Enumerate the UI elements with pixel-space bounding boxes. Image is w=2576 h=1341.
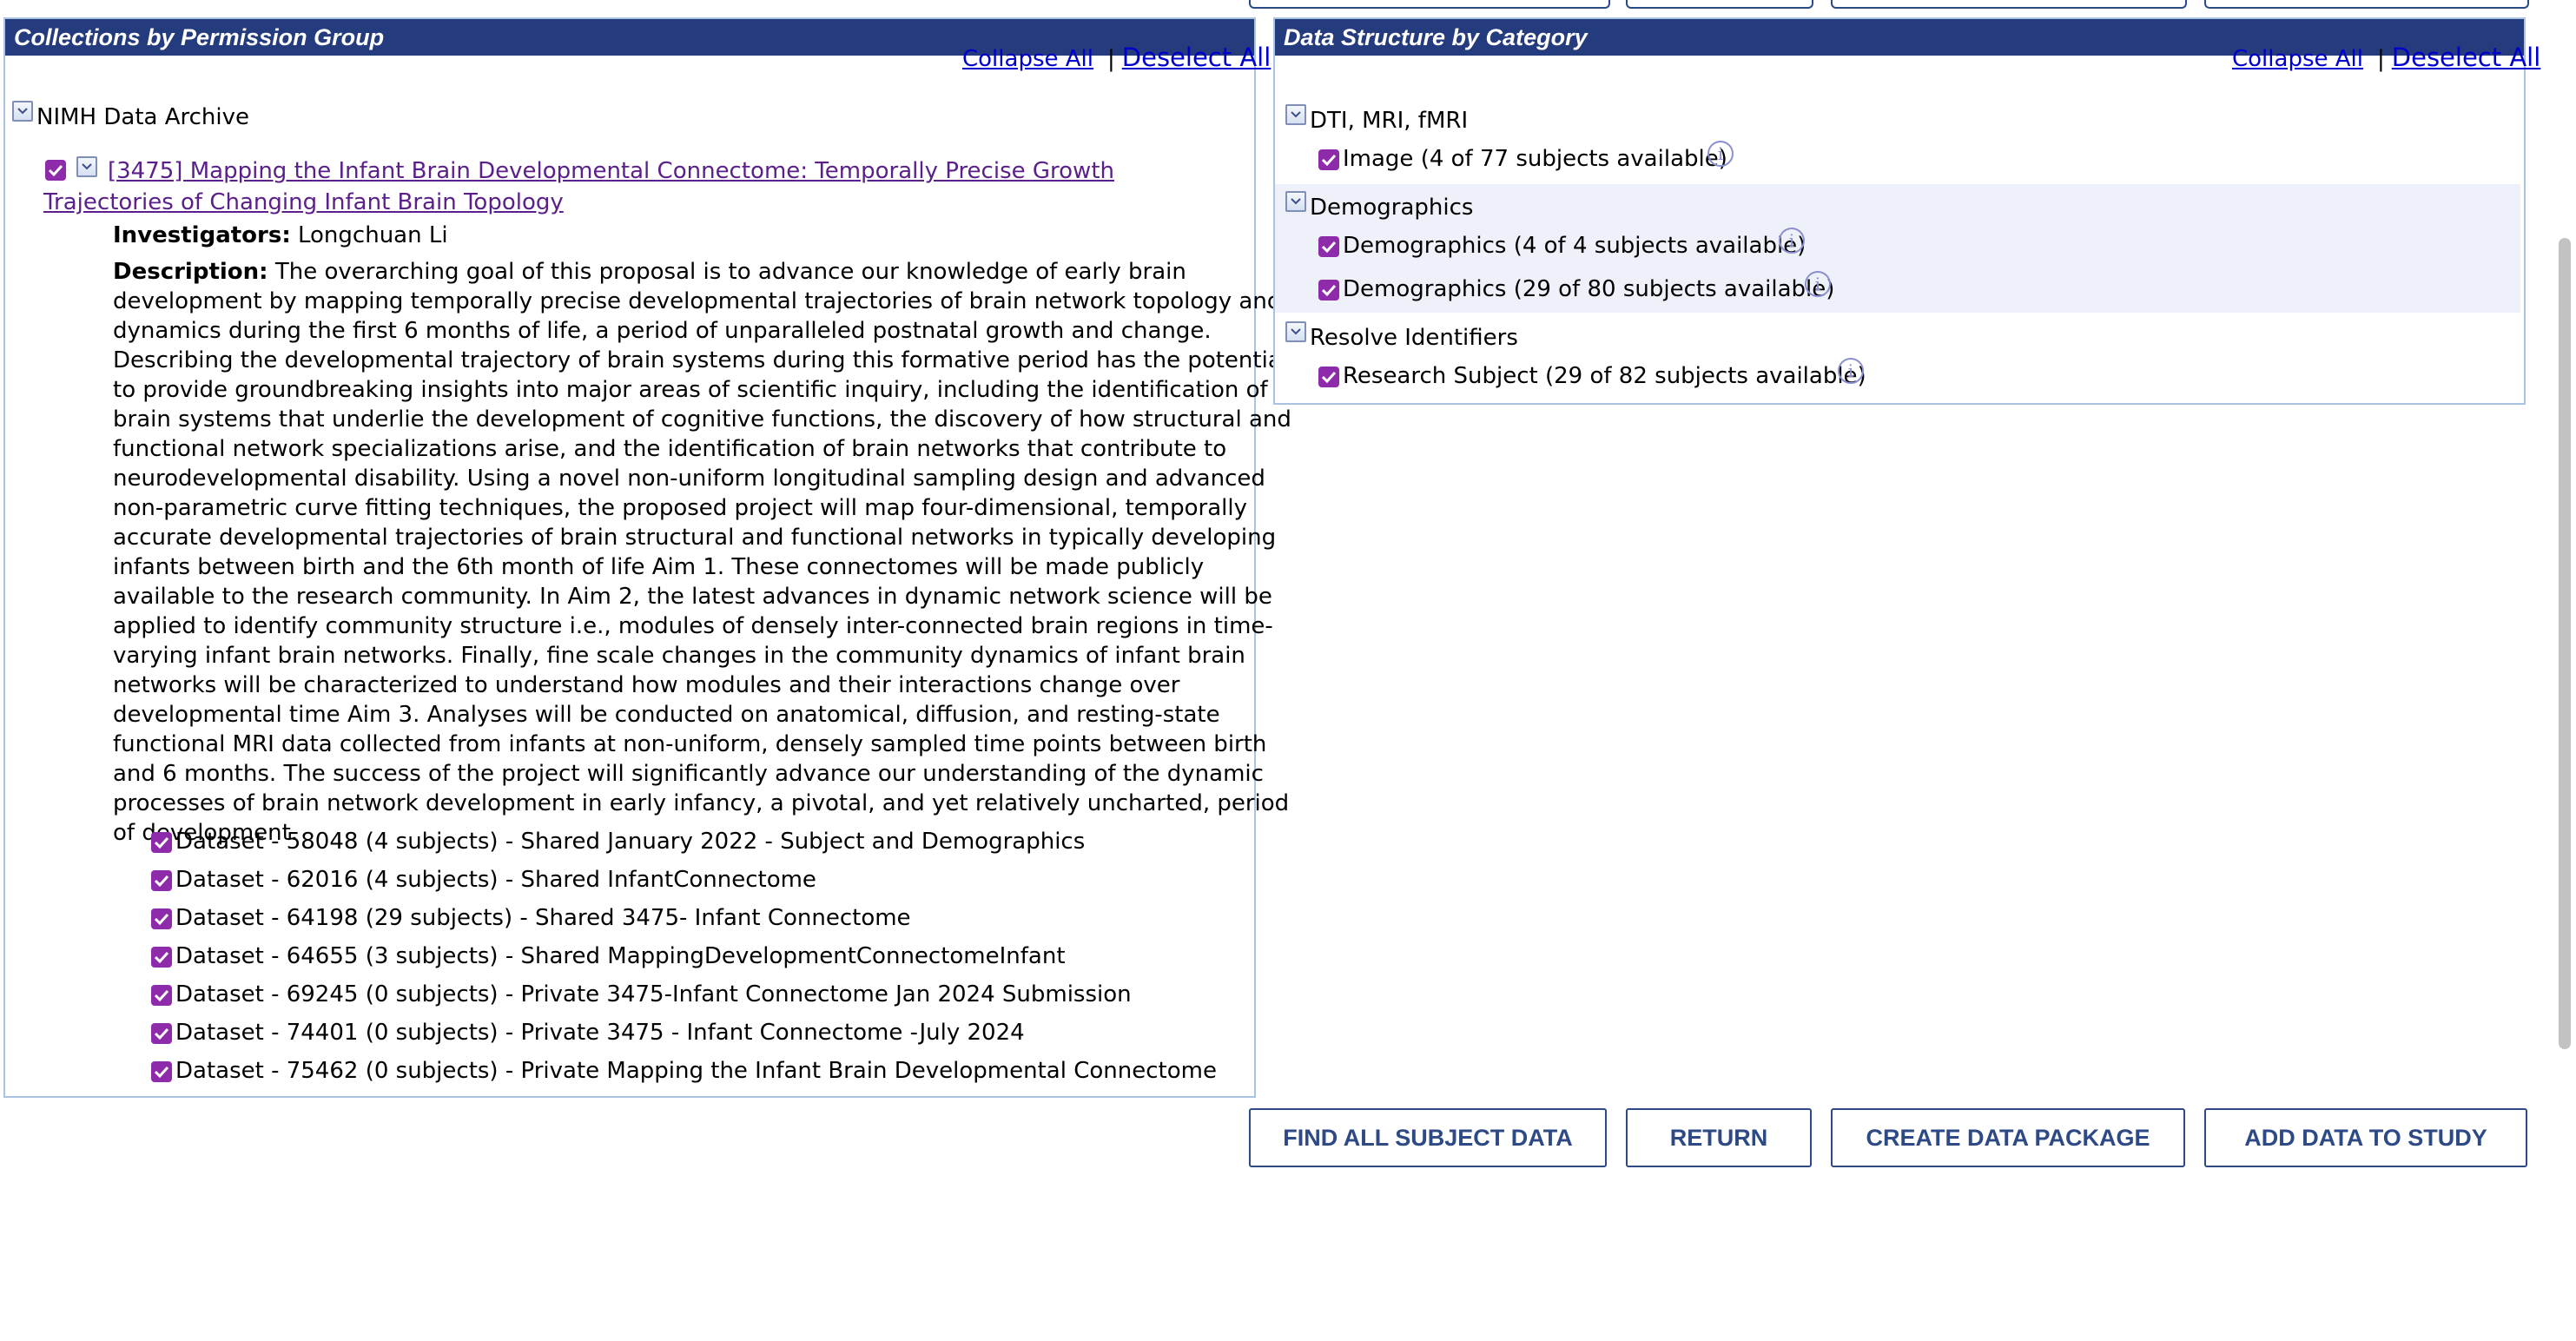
- dataset-checkbox[interactable]: [151, 1061, 172, 1082]
- dataset-checkbox[interactable]: [151, 947, 172, 968]
- collections-panel-actions: Collapse All | Deselect All: [962, 42, 1271, 75]
- add-data-to-study-button[interactable]: ADD DATA TO STUDY: [2204, 1108, 2527, 1167]
- structure-label: Research Subject (29 of 82 subjects avai…: [1343, 363, 1866, 389]
- structure-checkbox[interactable]: [1318, 149, 1339, 170]
- dataset-label: Dataset - 74401 (0 subjects) - Private 3…: [175, 1020, 1025, 1046]
- checkmark-icon: [154, 1027, 169, 1040]
- investigators-line: Investigators: Longchuan Li: [113, 221, 448, 250]
- checkmark-icon: [1321, 371, 1337, 384]
- collapse-all-link[interactable]: Collapse All: [2232, 46, 2363, 72]
- info-icon[interactable]: i: [1805, 271, 1831, 297]
- description-text: The overarching goal of this proposal is…: [113, 259, 1291, 846]
- chevron-down-icon: [17, 108, 28, 115]
- data-structure-panel-actions: Collapse All | Deselect All: [2232, 42, 2540, 75]
- structure-checkbox[interactable]: [1318, 236, 1339, 257]
- category-label: Resolve Identifiers: [1310, 325, 1518, 351]
- dataset-checkbox[interactable]: [151, 1023, 172, 1044]
- investigators-value: Longchuan Li: [298, 222, 448, 248]
- collapse-category-demographics-toggle[interactable]: [1285, 191, 1306, 212]
- collection-description: Description: The overarching goal of thi…: [113, 257, 1305, 848]
- checkmark-icon: [1321, 154, 1337, 167]
- chevron-down-icon: [1291, 198, 1301, 205]
- info-icon[interactable]: i: [1838, 358, 1864, 384]
- dataset-checkbox[interactable]: [151, 908, 172, 929]
- info-icon[interactable]: i: [1707, 141, 1734, 167]
- link-separator: |: [2377, 46, 2385, 72]
- category-label: Demographics: [1310, 195, 1474, 221]
- category-label: DTI, MRI, fMRI: [1310, 108, 1469, 134]
- dataset-label: Dataset - 64655 (3 subjects) - Shared Ma…: [175, 943, 1066, 969]
- structure-checkbox[interactable]: [1318, 367, 1339, 387]
- info-icon[interactable]: i: [1779, 228, 1805, 254]
- dataset-label: Dataset - 64198 (29 subjects) - Shared 3…: [175, 905, 911, 931]
- dataset-label: Dataset - 58048 (4 subjects) - Shared Ja…: [175, 829, 1086, 855]
- collapse-all-link[interactable]: Collapse All: [962, 46, 1093, 72]
- collapse-category-dti-toggle[interactable]: [1285, 104, 1306, 125]
- link-separator: |: [1107, 46, 1115, 72]
- checkmark-icon: [1321, 284, 1337, 297]
- dataset-label: Dataset - 62016 (4 subjects) - Shared In…: [175, 867, 816, 893]
- dataset-label: Dataset - 75462 (0 subjects) - Private M…: [175, 1058, 1217, 1084]
- checkmark-icon: [154, 913, 169, 926]
- dataset-checkbox[interactable]: [151, 985, 172, 1006]
- chevron-down-icon: [1291, 111, 1301, 118]
- checkmark-icon: [154, 1066, 169, 1079]
- checkmark-icon: [154, 989, 169, 1002]
- collapse-root-toggle[interactable]: [12, 101, 33, 122]
- find-all-subject-data-button[interactable]: FIND ALL SUBJECT DATA: [1249, 1108, 1607, 1167]
- top-button-stub[interactable]: [1831, 0, 2187, 9]
- dataset-checkbox[interactable]: [151, 870, 172, 891]
- page-scrollbar[interactable]: [2559, 238, 2571, 1049]
- top-button-stub[interactable]: [1249, 0, 1610, 9]
- structure-label: Demographics (29 of 80 subjects availabl…: [1343, 276, 1835, 302]
- checkmark-icon: [154, 951, 169, 964]
- top-button-stub[interactable]: [2204, 0, 2529, 9]
- dataset-label: Dataset - 69245 (0 subjects) - Private 3…: [175, 981, 1132, 1007]
- description-label: Description:: [113, 259, 268, 285]
- top-button-stub[interactable]: [1626, 0, 1813, 9]
- return-button[interactable]: RETURN: [1626, 1108, 1812, 1167]
- checkmark-icon: [1321, 241, 1337, 254]
- checkmark-icon: [154, 875, 169, 888]
- deselect-all-link[interactable]: Deselect All: [2392, 43, 2541, 72]
- structure-checkbox[interactable]: [1318, 280, 1339, 301]
- structure-label: Demographics (4 of 4 subjects available): [1343, 233, 1807, 259]
- chevron-down-icon: [1291, 328, 1301, 335]
- dataset-checkbox[interactable]: [151, 832, 172, 853]
- deselect-all-link[interactable]: Deselect All: [1122, 43, 1271, 72]
- collection-title-link[interactable]: [3475] Mapping the Infant Brain Developm…: [43, 155, 1242, 218]
- structure-label: Image (4 of 77 subjects available): [1343, 146, 1727, 172]
- investigators-label: Investigators:: [113, 222, 291, 248]
- create-data-package-button[interactable]: CREATE DATA PACKAGE: [1831, 1108, 2185, 1167]
- tree-root-label: NIMH Data Archive: [36, 104, 249, 130]
- checkmark-icon: [154, 836, 169, 849]
- collapse-category-resolve-toggle[interactable]: [1285, 321, 1306, 342]
